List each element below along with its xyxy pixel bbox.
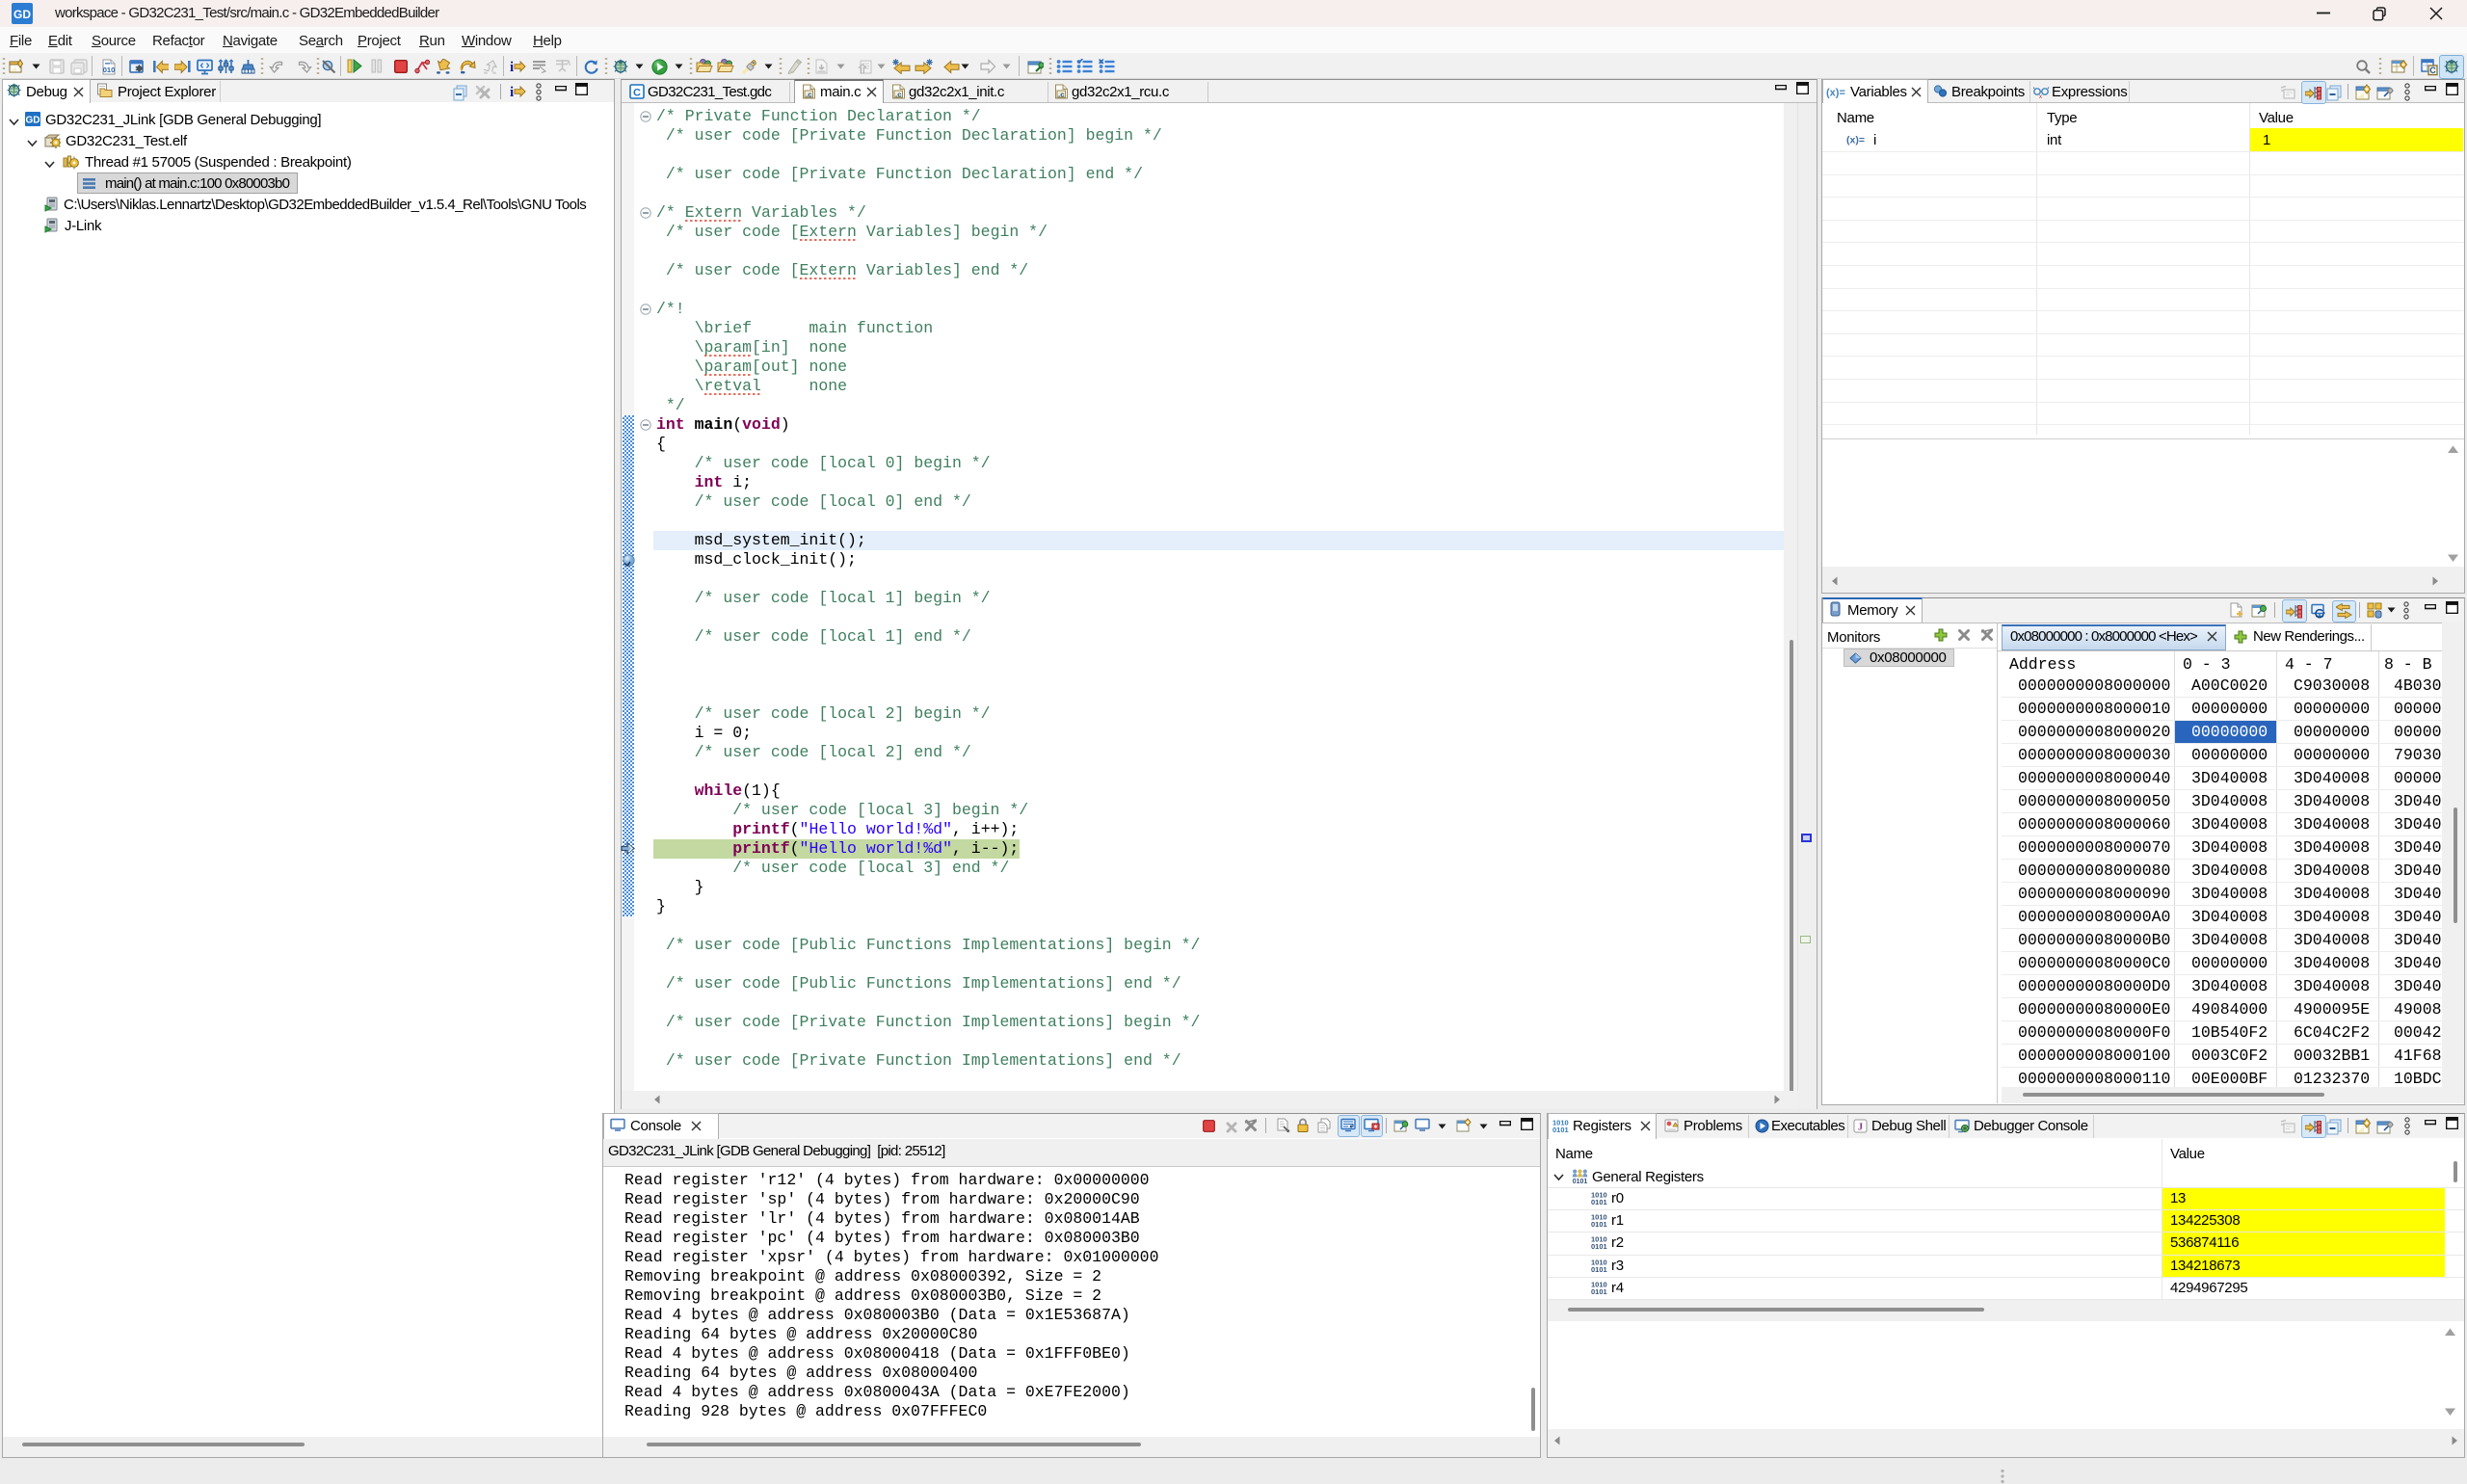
svg-text:J: J bbox=[1858, 1123, 1863, 1133]
svg-text:i: i bbox=[510, 60, 514, 74]
svg-text:x: x bbox=[2039, 94, 2042, 98]
svg-text:.c: .c bbox=[806, 91, 811, 99]
svg-text:(x)=: (x)= bbox=[1846, 135, 1865, 146]
svg-text:GD: GD bbox=[26, 116, 40, 126]
svg-text:0101: 0101 bbox=[1552, 1126, 1569, 1133]
svg-text:0101: 0101 bbox=[1591, 1287, 1607, 1295]
svg-text:i: i bbox=[510, 85, 514, 99]
svg-text:C: C bbox=[2429, 66, 2436, 75]
svg-text:0101: 0101 bbox=[1573, 1179, 1588, 1183]
svg-text:GD: GD bbox=[13, 8, 31, 21]
svg-text:.c: .c bbox=[895, 91, 901, 99]
svg-text:0101: 0101 bbox=[1591, 1198, 1607, 1206]
svg-text:(x)=: (x)= bbox=[1826, 88, 1845, 99]
svg-text:C: C bbox=[633, 88, 641, 99]
svg-text:0101: 0101 bbox=[1591, 1220, 1607, 1228]
svg-text:.c: .c bbox=[1058, 91, 1064, 99]
svg-text:0101: 0101 bbox=[1591, 1242, 1607, 1250]
svg-text:0101: 0101 bbox=[1591, 1265, 1607, 1273]
svg-text:010: 010 bbox=[103, 66, 116, 74]
